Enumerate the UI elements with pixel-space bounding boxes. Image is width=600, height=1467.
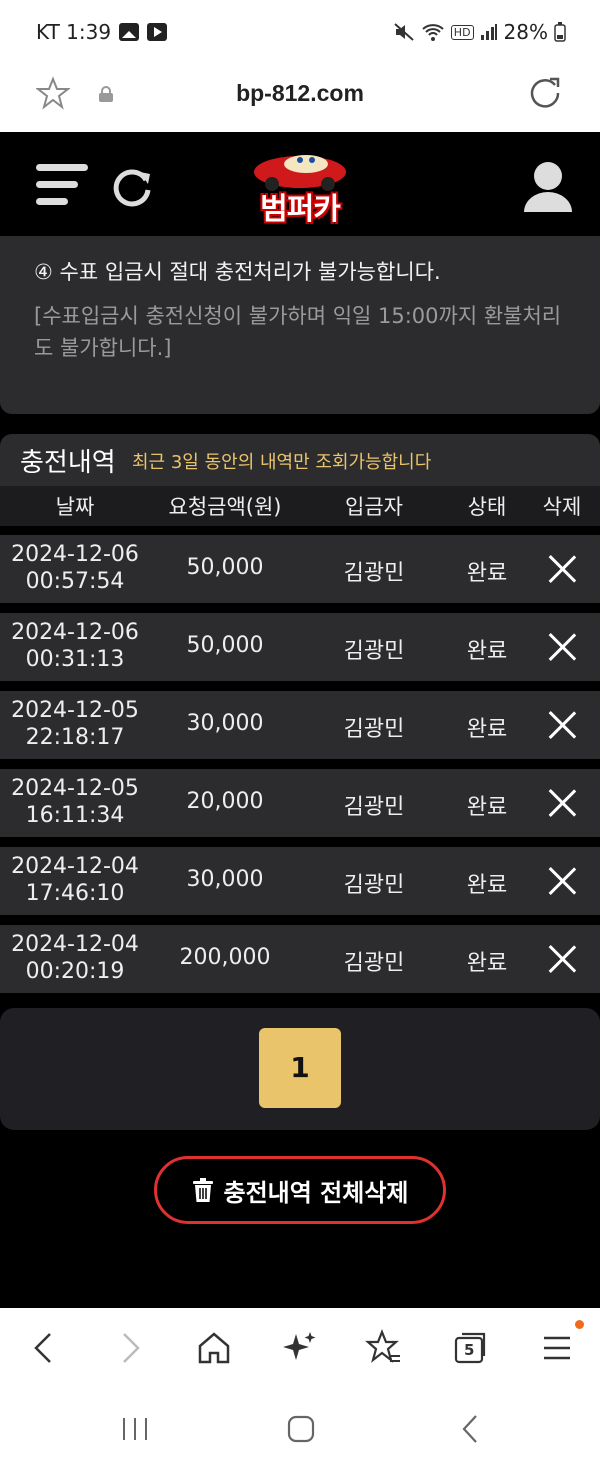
notice-line-1: ④ 수표 입금시 절대 충전처리가 불가능합니다. (34, 260, 441, 284)
col-status: 상태 (467, 495, 507, 519)
back-icon[interactable] (24, 1328, 64, 1368)
delete-row-icon[interactable] (546, 787, 578, 819)
bookmarks-icon[interactable] (364, 1328, 404, 1368)
notification-dot (575, 1320, 584, 1329)
col-date: 날짜 (55, 495, 95, 519)
row-depositor: 김광민 (343, 561, 405, 586)
col-amount: 요청금액(원) (168, 495, 282, 519)
recent-apps-icon[interactable] (118, 1412, 152, 1446)
row-amount: 30,000 (186, 711, 264, 736)
gallery-icon (119, 23, 140, 41)
user-icon[interactable] (522, 158, 574, 214)
table-header: 날짜 요청금액(원) 입금자 상태 삭제 (0, 486, 600, 526)
delete-all-label: 충전내역 전체삭제 (223, 1178, 409, 1207)
notice-panel: ④ 수표 입금시 절대 충전처리가 불가능합니다. [수표입금시 충전신청이 불… (0, 236, 600, 414)
reload-icon[interactable] (528, 76, 562, 110)
system-nav-bar (0, 1390, 600, 1467)
notice-line-2: [수표입금시 충전신청이 불가하며 익일 15:00까지 환불처리도 불가합니다… (34, 304, 562, 360)
row-depositor: 김광민 (343, 873, 405, 898)
wifi-icon (422, 24, 444, 41)
row-time: 00:31:13 (25, 647, 125, 672)
row-depositor: 김광민 (343, 717, 405, 742)
battery-percent: 28% (503, 20, 548, 44)
table-row: 2024-12-04 17:46:10 30,000 김광민 완료 (0, 847, 600, 915)
row-date: 2024-12-05 (11, 698, 139, 723)
browser-menu-icon[interactable] (538, 1320, 584, 1368)
delete-row-icon[interactable] (546, 553, 578, 585)
system-back-icon[interactable] (454, 1412, 488, 1446)
url-text[interactable]: bp-812.com (0, 80, 600, 107)
forward-icon[interactable] (110, 1328, 150, 1368)
ai-sparkle-icon[interactable] (280, 1328, 320, 1368)
site-logo[interactable]: 범퍼카 (244, 146, 356, 228)
delete-row-icon[interactable] (546, 709, 578, 741)
status-bar: KT 1:39 HD 28% (0, 0, 600, 64)
home-icon[interactable] (194, 1328, 234, 1368)
pagination: 1 (0, 1008, 600, 1130)
row-status: 완료 (466, 951, 508, 976)
table-row: 2024-12-05 16:11:34 20,000 김광민 완료 (0, 769, 600, 837)
address-bar: bp-812.com (0, 64, 600, 132)
row-status: 완료 (466, 717, 508, 742)
table-row: 2024-12-05 22:18:17 30,000 김광민 완료 (0, 691, 600, 759)
row-time: 00:57:54 (25, 569, 125, 594)
hamburger-icon (544, 1336, 570, 1360)
row-status: 완료 (466, 795, 508, 820)
row-date: 2024-12-05 (11, 776, 139, 801)
youtube-icon (147, 23, 168, 41)
battery-icon (554, 22, 566, 42)
menu-icon[interactable] (36, 164, 88, 210)
history-title: 충전내역 (20, 448, 116, 478)
history-header: 충전내역 최근 3일 동안의 내역만 조회가능합니다 (0, 434, 600, 486)
mute-icon (394, 23, 414, 41)
row-time: 17:46:10 (25, 881, 125, 906)
table-row: 2024-12-06 00:31:13 50,000 김광민 완료 (0, 613, 600, 681)
tabs-count: 5 (464, 1341, 475, 1359)
trash-icon (192, 1178, 213, 1202)
row-amount: 200,000 (179, 945, 271, 970)
row-depositor: 김광민 (343, 795, 405, 820)
row-depositor: 김광민 (343, 639, 405, 664)
delete-all-button[interactable]: 충전내역 전체삭제 (154, 1156, 446, 1224)
signal-icon (480, 24, 497, 40)
table-row: 2024-12-04 00:20:19 200,000 김광민 완료 (0, 925, 600, 993)
row-amount: 20,000 (186, 789, 264, 814)
row-status: 완료 (466, 561, 508, 586)
row-date: 2024-12-04 (11, 932, 139, 957)
history-subtitle: 최근 3일 동안의 내역만 조회가능합니다 (132, 452, 432, 473)
row-status: 완료 (466, 873, 508, 898)
home-button-icon[interactable] (284, 1412, 318, 1446)
browser-toolbar: 5 (0, 1308, 600, 1390)
row-time: 22:18:17 (25, 725, 125, 750)
delete-row-icon[interactable] (546, 631, 578, 663)
row-amount: 50,000 (186, 555, 264, 580)
refresh-icon[interactable] (110, 166, 154, 210)
delete-row-icon[interactable] (546, 943, 578, 975)
page-button-1[interactable]: 1 (259, 1028, 341, 1108)
row-date: 2024-12-06 (11, 542, 139, 567)
row-amount: 30,000 (186, 867, 264, 892)
row-amount: 50,000 (186, 633, 264, 658)
site-header: 범퍼카 (0, 132, 600, 234)
row-time: 16:11:34 (25, 803, 125, 828)
row-status: 완료 (466, 639, 508, 664)
tabs-icon[interactable]: 5 (450, 1328, 490, 1368)
row-depositor: 김광민 (343, 951, 405, 976)
row-date: 2024-12-06 (11, 620, 139, 645)
carrier-time: KT 1:39 (36, 20, 112, 44)
logo-text: 범퍼카 (260, 192, 341, 227)
hd-icon: HD (450, 24, 474, 40)
table-row: 2024-12-06 00:57:54 50,000 김광민 완료 (0, 535, 600, 603)
col-depositor: 입금자 (345, 495, 403, 519)
row-time: 00:20:19 (25, 959, 125, 984)
row-date: 2024-12-04 (11, 854, 139, 879)
col-delete: 삭제 (542, 495, 582, 519)
delete-row-icon[interactable] (546, 865, 578, 897)
